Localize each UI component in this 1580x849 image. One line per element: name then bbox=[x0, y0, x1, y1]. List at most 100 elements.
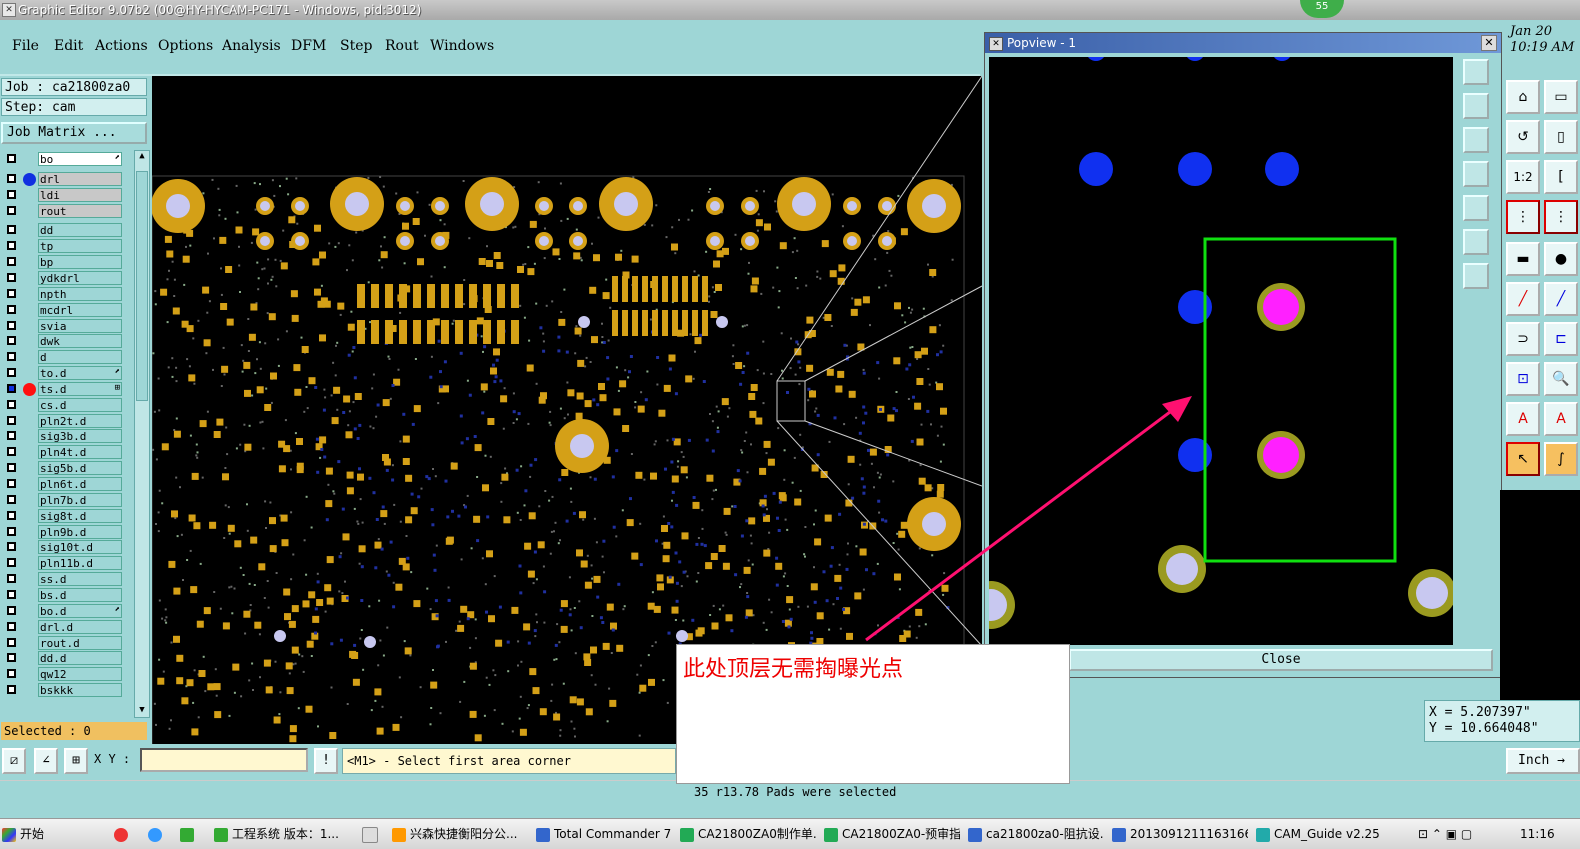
layer-row[interactable]: ss.d bbox=[4, 572, 122, 587]
layer-row[interactable]: rout bbox=[4, 203, 122, 219]
layer-row[interactable]: bp bbox=[4, 255, 122, 270]
net2-icon[interactable]: ⋮ bbox=[1544, 200, 1578, 234]
layer-row[interactable]: pln6t.d bbox=[4, 477, 122, 492]
menu-windows[interactable]: Windows bbox=[430, 38, 494, 54]
layer-checkbox[interactable] bbox=[7, 431, 16, 441]
layer-checkbox[interactable] bbox=[7, 542, 16, 552]
layer-row[interactable]: sig3b.d bbox=[4, 429, 122, 444]
close-icon[interactable]: ✕ bbox=[1481, 35, 1497, 51]
text-a-icon[interactable]: A bbox=[1506, 402, 1540, 436]
layer-checkbox[interactable] bbox=[7, 558, 16, 568]
layer-row[interactable]: dd bbox=[4, 223, 122, 238]
popview-canvas[interactable] bbox=[989, 57, 1453, 645]
layer-row[interactable]: dwk bbox=[4, 334, 122, 349]
task-item-5[interactable]: ca21800za0-阻抗设... bbox=[968, 823, 1104, 845]
menu-dfm[interactable]: DFM bbox=[291, 38, 326, 54]
layer-row[interactable]: ydkdrl bbox=[4, 270, 122, 286]
layer-checkbox[interactable] bbox=[7, 288, 16, 298]
layer-row[interactable]: pln4t.d bbox=[4, 445, 122, 460]
ruler-icon[interactable]: ▬ bbox=[1506, 242, 1540, 276]
layer-checkbox[interactable] bbox=[7, 510, 16, 520]
layer-row[interactable]: sig8t.d bbox=[4, 508, 122, 524]
layer-checkbox[interactable] bbox=[7, 589, 16, 599]
layer-row[interactable]: to.d ⬈ bbox=[4, 366, 122, 381]
home-icon[interactable]: ⌂ bbox=[1506, 80, 1540, 114]
layer-checkbox[interactable] bbox=[7, 447, 16, 457]
xy-input[interactable] bbox=[140, 748, 308, 772]
window-icon[interactable]: ▭ bbox=[1544, 80, 1578, 114]
layer-checkbox[interactable] bbox=[7, 383, 16, 393]
layer-row[interactable]: pln7b.d bbox=[4, 492, 122, 508]
layer-row[interactable]: ts.d ⊞ bbox=[4, 381, 122, 397]
menu-analysis[interactable]: Analysis bbox=[222, 38, 281, 54]
search-icon[interactable]: 🔍 bbox=[1544, 362, 1578, 396]
app-launch-icon[interactable] bbox=[180, 823, 200, 845]
layer-checkbox[interactable] bbox=[7, 304, 16, 314]
task-item-6[interactable]: 20130912111631664... bbox=[1112, 823, 1248, 845]
layer-checkbox[interactable] bbox=[7, 574, 16, 584]
layer-list-scrollbar[interactable]: ▲ ▼ bbox=[134, 150, 150, 718]
layer-checkbox[interactable] bbox=[7, 241, 16, 251]
layer-checkbox[interactable] bbox=[7, 225, 16, 235]
layer-checkbox[interactable] bbox=[7, 479, 16, 488]
layer-checkbox[interactable] bbox=[7, 336, 16, 346]
task-item-3[interactable]: CA21800ZA0制作单.... bbox=[680, 823, 816, 845]
scroll-up-icon[interactable]: ▲ bbox=[136, 151, 148, 163]
task-item-4[interactable]: CA21800ZA0-预审指... bbox=[824, 823, 960, 845]
layer-checkbox[interactable] bbox=[7, 320, 16, 330]
layer-checkbox[interactable] bbox=[7, 189, 16, 199]
task-item-1[interactable]: 兴森快捷衡阳分公... bbox=[392, 823, 528, 845]
layer-checkbox[interactable] bbox=[7, 415, 16, 425]
units-button[interactable]: Inch → bbox=[1506, 748, 1580, 774]
arc-icon[interactable]: ⊃ bbox=[1506, 322, 1540, 356]
layer-checkbox[interactable] bbox=[7, 257, 16, 267]
layer-checkbox[interactable] bbox=[7, 605, 16, 615]
pin-icon[interactable]: ⊏ bbox=[1544, 322, 1578, 356]
tray-icons[interactable]: ⊡ ⌃ ▣ ▢ bbox=[1418, 823, 1478, 845]
layer-checkbox[interactable] bbox=[7, 685, 16, 695]
layer-checkbox[interactable] bbox=[7, 399, 16, 409]
pan-right-icon[interactable] bbox=[1463, 195, 1489, 221]
menu-step[interactable]: Step bbox=[340, 38, 372, 54]
zoom-in-icon[interactable] bbox=[1463, 93, 1489, 119]
layer-row[interactable]: cs.d bbox=[4, 397, 122, 413]
popview-close-button[interactable]: Close bbox=[1069, 649, 1493, 671]
layer-checkbox[interactable] bbox=[7, 205, 16, 215]
frame-icon[interactable]: ▯ bbox=[1544, 120, 1578, 154]
layer-row[interactable]: pln2t.d bbox=[4, 413, 122, 429]
layer-checkbox[interactable] bbox=[7, 637, 16, 647]
layer-row[interactable]: rout.d bbox=[4, 635, 122, 651]
menu-actions[interactable]: Actions bbox=[95, 38, 148, 54]
layer-checkbox[interactable] bbox=[7, 526, 16, 536]
menu-edit[interactable]: Edit bbox=[54, 38, 83, 54]
layer-row[interactable]: bs.d bbox=[4, 587, 122, 603]
layer-checkbox[interactable] bbox=[7, 621, 16, 631]
text-a2-icon[interactable]: A bbox=[1544, 402, 1578, 436]
line-icon[interactable]: ╱ bbox=[1506, 282, 1540, 316]
layer-row[interactable]: ldi bbox=[4, 187, 122, 203]
layer-checkbox[interactable] bbox=[7, 173, 16, 183]
layer-checkbox[interactable] bbox=[7, 154, 16, 163]
layer-row[interactable]: dd.d bbox=[4, 651, 122, 666]
job-matrix-button[interactable]: Job Matrix ... bbox=[1, 122, 147, 144]
zoom-fit-icon[interactable] bbox=[1463, 59, 1489, 85]
layer-checkbox[interactable] bbox=[7, 352, 16, 362]
layer-row[interactable]: pln11b.d bbox=[4, 556, 122, 571]
undo-view-icon[interactable]: ↺ bbox=[1506, 120, 1540, 154]
chrome-icon[interactable] bbox=[114, 823, 134, 845]
layer-row[interactable]: bskkk bbox=[4, 683, 122, 698]
layer-row[interactable]: pln9b.d bbox=[4, 524, 122, 540]
layer-checkbox[interactable] bbox=[7, 463, 16, 473]
ratio-icon[interactable]: 1:2 bbox=[1506, 160, 1540, 194]
layer-checkbox[interactable] bbox=[7, 494, 16, 504]
zoom-out-icon[interactable] bbox=[1463, 127, 1489, 153]
measure-icon[interactable]: ⊡ bbox=[1506, 362, 1540, 396]
scroll-thumb[interactable] bbox=[136, 171, 148, 401]
grid-icon[interactable]: ⊞ bbox=[64, 748, 88, 774]
scroll-down-icon[interactable]: ▼ bbox=[136, 705, 148, 717]
menu-rout[interactable]: Rout bbox=[385, 38, 419, 54]
layer-row[interactable]: d bbox=[4, 350, 122, 365]
doc-icon[interactable] bbox=[362, 823, 382, 845]
task-item-2[interactable]: Total Commander 7.0... bbox=[536, 823, 672, 845]
layer-row[interactable]: tp bbox=[4, 239, 122, 254]
